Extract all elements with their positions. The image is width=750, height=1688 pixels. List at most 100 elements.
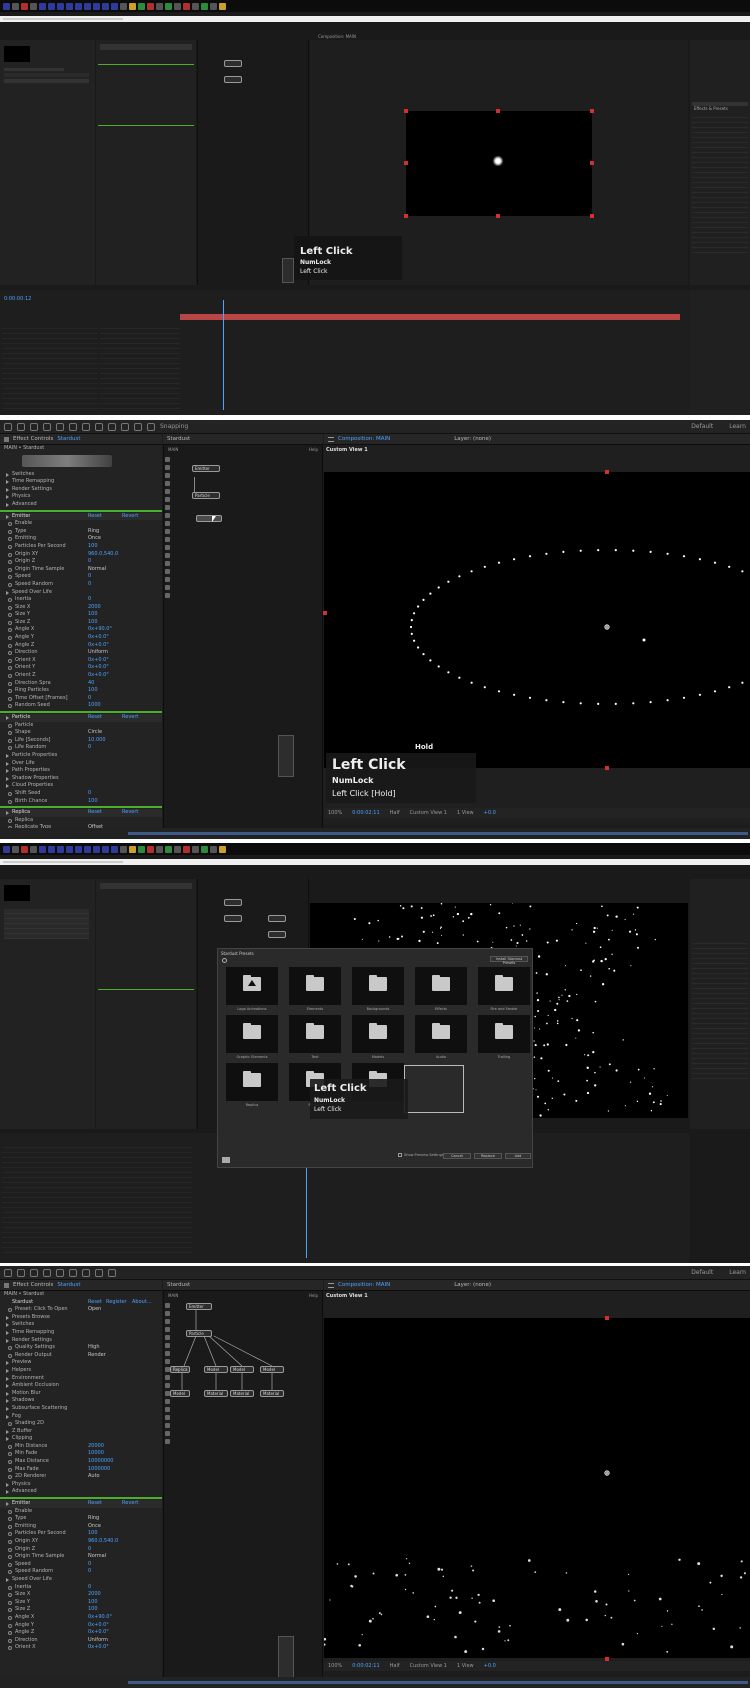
app-icon[interactable] <box>165 2 172 10</box>
property-value[interactable]: Open <box>88 1306 101 1314</box>
property-value[interactable]: 0 <box>88 744 91 752</box>
expand-triangle-icon[interactable] <box>6 1502 9 1507</box>
property-row[interactable]: Quality Settings High <box>0 1344 162 1352</box>
property-row[interactable]: Presets Browse <box>0 1314 162 1322</box>
app-icon[interactable] <box>21 845 28 853</box>
workspace-learn[interactable]: Learn <box>729 423 746 430</box>
install-presets-button[interactable]: Install Stardust Presets <box>490 956 528 965</box>
comp-menu-icon[interactable] <box>328 1282 334 1288</box>
node-tool-icon[interactable] <box>165 577 170 582</box>
app-icon[interactable] <box>66 845 73 853</box>
node-tool-icon[interactable] <box>165 457 170 462</box>
property-extra[interactable]: Revert <box>122 714 138 722</box>
stopwatch-icon[interactable] <box>8 1615 12 1620</box>
scroll-widget[interactable] <box>278 1636 294 1678</box>
home-icon[interactable] <box>4 422 12 431</box>
property-value[interactable]: Reset <box>88 714 102 722</box>
stopwatch-icon[interactable] <box>8 598 12 603</box>
property-row[interactable]: Shift Seed 0 <box>0 790 162 798</box>
stopwatch-icon[interactable] <box>8 1547 12 1552</box>
stopwatch-icon[interactable] <box>8 799 12 804</box>
emitter-node[interactable]: Emitter <box>186 1303 212 1310</box>
home-icon[interactable] <box>4 1268 12 1277</box>
property-row[interactable]: Origin Time Sample Normal <box>0 566 162 574</box>
hand-tool-icon[interactable] <box>30 422 38 431</box>
property-row[interactable]: Ambient Occlusion <box>0 1382 162 1390</box>
property-value[interactable]: 0 <box>88 1561 91 1569</box>
expand-triangle-icon[interactable] <box>6 1490 9 1495</box>
app-icon[interactable] <box>39 2 46 10</box>
app-icon[interactable] <box>48 2 55 10</box>
zoom-tool-icon[interactable] <box>43 1268 51 1277</box>
property-row[interactable]: Angle Y 0x+0.0° <box>0 1622 162 1630</box>
app-icon[interactable] <box>93 845 100 853</box>
property-row[interactable]: Direction Uniform <box>0 1637 162 1645</box>
stopwatch-icon[interactable] <box>8 738 12 743</box>
expand-triangle-icon[interactable] <box>6 753 9 758</box>
stopwatch-icon[interactable] <box>8 1452 12 1457</box>
property-value[interactable]: Auto <box>88 1473 100 1481</box>
property-row[interactable]: Particles Per Second 100 <box>0 543 162 551</box>
camera-tool-icon[interactable] <box>69 1268 77 1277</box>
stopwatch-icon[interactable] <box>8 1509 12 1514</box>
preset-folder[interactable] <box>289 1015 341 1053</box>
property-value[interactable]: 0 <box>88 1568 91 1576</box>
pen-tool-icon[interactable] <box>108 422 116 431</box>
property-row[interactable]: Speed 0 <box>0 1561 162 1569</box>
property-row[interactable]: Speed Over Life <box>0 1576 162 1584</box>
material-node-3[interactable]: Material <box>260 1390 284 1397</box>
property-value[interactable]: Normal <box>88 1553 106 1561</box>
property-value[interactable]: Reset <box>88 809 102 817</box>
property-value[interactable]: 0 <box>88 695 91 703</box>
property-row[interactable]: Render Settings <box>0 1337 162 1345</box>
type-tool-icon[interactable] <box>121 422 129 431</box>
app-icon[interactable] <box>165 845 172 853</box>
preset-folder[interactable] <box>352 1015 404 1053</box>
expand-triangle-icon[interactable] <box>6 1399 9 1404</box>
shape-tool-icon[interactable] <box>95 422 103 431</box>
property-row[interactable]: Physics <box>0 493 162 501</box>
property-row[interactable]: Path Properties <box>0 767 162 775</box>
rotate-tool-icon[interactable] <box>56 1268 64 1277</box>
node-tool-icon[interactable] <box>165 489 170 494</box>
property-value[interactable]: 0 <box>88 1584 91 1592</box>
property-value[interactable]: 100 <box>88 1606 98 1614</box>
pan-tool-icon[interactable] <box>82 1268 90 1277</box>
expand-triangle-icon[interactable] <box>6 1577 9 1582</box>
property-value[interactable]: Once <box>88 1523 101 1531</box>
expand-triangle-icon[interactable] <box>6 495 9 500</box>
status-time[interactable]: 0:00:02:11 <box>352 1663 379 1669</box>
layer-tab[interactable]: Layer: (none) <box>454 1282 491 1288</box>
bounding-handle[interactable] <box>605 1316 609 1320</box>
stopwatch-icon[interactable] <box>8 628 12 633</box>
particle-node[interactable] <box>224 915 242 922</box>
node-tool-icon[interactable] <box>165 473 170 478</box>
app-icon[interactable] <box>129 845 136 853</box>
bounding-handle[interactable] <box>605 470 609 474</box>
property-row[interactable]: Shadow Properties <box>0 775 162 783</box>
pen-tool-icon[interactable] <box>108 1268 116 1277</box>
property-row[interactable]: Ring Particles 100 <box>0 687 162 695</box>
app-icon[interactable] <box>219 2 226 10</box>
app-icon[interactable] <box>147 2 154 10</box>
property-row[interactable]: Emitter Reset Revert <box>0 1500 162 1508</box>
exposure-value[interactable]: +0.0 <box>484 810 496 816</box>
stopwatch-icon[interactable] <box>8 529 12 534</box>
view-select[interactable]: Custom View 1 <box>410 810 447 816</box>
stopwatch-icon[interactable] <box>8 746 12 751</box>
shape-tool-icon[interactable] <box>95 1268 103 1277</box>
select-tool-icon[interactable] <box>17 422 25 431</box>
property-value[interactable]: 0 <box>88 790 91 798</box>
property-row[interactable]: Particle Properties <box>0 752 162 760</box>
effect-controls-item[interactable]: Stardust <box>57 1282 80 1288</box>
quality-select[interactable]: Half <box>390 1663 400 1669</box>
app-icon[interactable] <box>30 2 37 10</box>
node-tool-icon[interactable] <box>165 1415 170 1420</box>
hand-tool-icon[interactable] <box>30 1268 38 1277</box>
stopwatch-icon[interactable] <box>8 666 12 671</box>
stopwatch-icon[interactable] <box>8 1623 12 1628</box>
preset-folder[interactable] <box>415 967 467 1005</box>
node-tool-icon[interactable] <box>165 1431 170 1436</box>
property-row[interactable]: Switches <box>0 1321 162 1329</box>
app-icon[interactable] <box>174 2 181 10</box>
